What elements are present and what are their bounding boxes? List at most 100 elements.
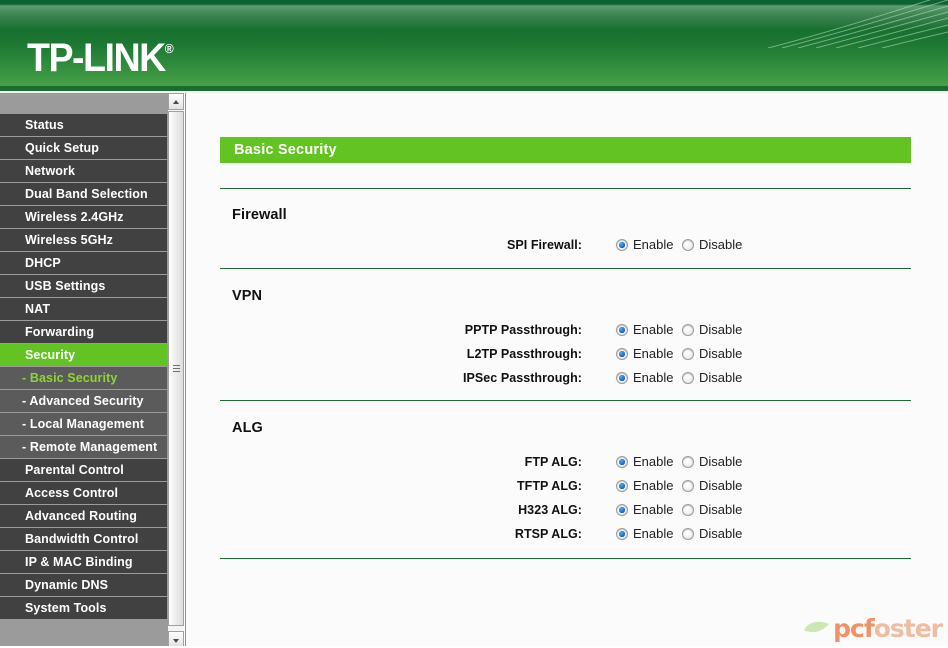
header-swoosh-decoration (767, 0, 948, 48)
radio-enable-icon[interactable] (616, 239, 628, 251)
page-header: TP-LINK® (0, 0, 948, 86)
radio-disable-icon[interactable] (682, 372, 694, 384)
radio-option-tftp-alg-disable[interactable]: Disable (682, 474, 742, 498)
radio-option-pptp-passthrough-disable[interactable]: Disable (682, 318, 742, 342)
radio-disable-icon[interactable] (682, 456, 694, 468)
radio-option-h323-alg-enable[interactable]: Enable (616, 498, 673, 522)
radio-label-disable: Disable (699, 502, 743, 517)
radio-option-rtsp-alg-enable[interactable]: Enable (616, 522, 673, 546)
sidebar-menu: Status Quick Setup Network Dual Band Select… (0, 114, 167, 620)
watermark: pcfoster (804, 613, 943, 643)
radio-option-ftp-alg-enable[interactable]: Enable (616, 450, 673, 474)
sidebar-item-bandwidth-control[interactable]: Bandwidth Control (0, 528, 167, 551)
sidebar-item-usb-settings[interactable]: USB Settings (0, 275, 167, 298)
radio-label-disable: Disable (699, 237, 743, 252)
sidebar-item-dual-band-selection[interactable]: Dual Band Selection (0, 183, 167, 206)
sidebar: Status Quick Setup Network Dual Band Select… (0, 93, 167, 648)
sidebar-item-quick-setup[interactable]: Quick Setup (0, 137, 167, 160)
radio-option-ftp-alg-disable[interactable]: Disable (682, 450, 742, 474)
field-row-ftp-alg: FTP ALG: Enable Disable (220, 450, 911, 474)
label-ipsec-passthrough: IPSec Passthrough: (463, 371, 582, 385)
radio-label-disable: Disable (699, 370, 743, 385)
section-title-vpn: VPN (232, 288, 263, 304)
sidebar-item-system-tools[interactable]: System Tools (0, 597, 167, 620)
section-title-firewall: Firewall (232, 207, 287, 223)
tplink-logo: TP-LINK® (27, 29, 174, 78)
radio-enable-icon[interactable] (616, 528, 628, 540)
radio-label-enable: Enable (633, 346, 674, 361)
scroll-up-button[interactable] (168, 93, 184, 110)
sidebar-item-advanced-routing[interactable]: Advanced Routing (0, 505, 167, 528)
radio-disable-icon[interactable] (682, 504, 694, 516)
sidebar-item-advanced-security[interactable]: - Advanced Security (0, 390, 167, 413)
field-row-spi-firewall: SPI Firewall: Enable Disable (220, 233, 911, 257)
sidebar-item-wireless-2-4ghz[interactable]: Wireless 2.4GHz (0, 206, 167, 229)
sidebar-item-security[interactable]: Security (0, 344, 167, 367)
chevron-up-icon (173, 100, 179, 104)
radio-disable-icon[interactable] (682, 480, 694, 492)
sidebar-item-forwarding[interactable]: Forwarding (0, 321, 167, 344)
sidebar-scrollbar[interactable] (167, 93, 184, 648)
radio-label-disable: Disable (699, 526, 743, 541)
radio-label-enable: Enable (633, 526, 674, 541)
radio-option-l2tp-passthrough-enable[interactable]: Enable (616, 342, 673, 366)
sidebar-item-ip-mac-binding[interactable]: IP & MAC Binding (0, 551, 167, 574)
section-title-alg: ALG (232, 420, 263, 436)
label-tftp-alg: TFTP ALG: (516, 479, 582, 493)
field-row-pptp-passthrough: PPTP Passthrough: Enable Disable (220, 318, 911, 342)
radio-option-ipsec-passthrough-disable[interactable]: Disable (682, 366, 742, 390)
sidebar-item-parental-control[interactable]: Parental Control (0, 459, 167, 482)
label-pptp-passthrough: PPTP Passthrough: (464, 323, 582, 337)
leaf-icon (804, 621, 830, 633)
sidebar-item-local-management[interactable]: - Local Management (0, 413, 167, 436)
label-rtsp-alg: RTSP ALG: (514, 527, 582, 541)
radio-label-disable: Disable (699, 478, 743, 493)
field-row-ipsec-passthrough: IPSec Passthrough: Enable Disable (220, 366, 911, 390)
sidebar-item-nat[interactable]: NAT (0, 298, 167, 321)
radio-option-spi-firewall-enable[interactable]: Enable (616, 233, 673, 257)
sidebar-item-basic-security[interactable]: - Basic Security (0, 367, 167, 390)
label-l2tp-passthrough: L2TP Passthrough: (466, 347, 582, 361)
section-divider (220, 268, 911, 269)
radio-enable-icon[interactable] (616, 456, 628, 468)
watermark-text: pcfoster (833, 616, 943, 641)
radio-option-l2tp-passthrough-disable[interactable]: Disable (682, 342, 742, 366)
radio-option-ipsec-passthrough-enable[interactable]: Enable (616, 366, 673, 390)
radio-option-rtsp-alg-disable[interactable]: Disable (682, 522, 742, 546)
sidebar-item-dynamic-dns[interactable]: Dynamic DNS (0, 574, 167, 597)
registered-trademark-icon: ® (164, 41, 174, 56)
radio-option-spi-firewall-disable[interactable]: Disable (682, 233, 742, 257)
scrollbar-track[interactable] (168, 110, 184, 631)
radio-disable-icon[interactable] (682, 348, 694, 360)
radio-label-disable: Disable (699, 454, 743, 469)
section-divider (220, 400, 911, 401)
field-row-tftp-alg: TFTP ALG: Enable Disable (220, 474, 911, 498)
radio-option-tftp-alg-enable[interactable]: Enable (616, 474, 673, 498)
radio-enable-icon[interactable] (616, 348, 628, 360)
label-spi-firewall: SPI Firewall: (507, 238, 582, 252)
radio-option-h323-alg-disable[interactable]: Disable (682, 498, 742, 522)
radio-enable-icon[interactable] (616, 372, 628, 384)
sidebar-item-dhcp[interactable]: DHCP (0, 252, 167, 275)
radio-label-enable: Enable (633, 237, 674, 252)
page-title: Basic Security (220, 137, 911, 163)
tplink-logo-text: TP-LINK (27, 36, 166, 80)
radio-enable-icon[interactable] (616, 480, 628, 492)
sidebar-item-network[interactable]: Network (0, 160, 167, 183)
field-row-rtsp-alg: RTSP ALG: Enable Disable (220, 522, 911, 546)
radio-label-enable: Enable (633, 454, 674, 469)
scrollbar-thumb[interactable] (168, 111, 184, 626)
radio-disable-icon[interactable] (682, 528, 694, 540)
radio-label-enable: Enable (633, 370, 674, 385)
sidebar-item-access-control[interactable]: Access Control (0, 482, 167, 505)
main-content: Basic Security Firewall SPI Firewall: Enab… (185, 93, 948, 648)
radio-label-enable: Enable (633, 322, 674, 337)
radio-enable-icon[interactable] (616, 324, 628, 336)
sidebar-item-status[interactable]: Status (0, 114, 167, 137)
radio-disable-icon[interactable] (682, 239, 694, 251)
radio-disable-icon[interactable] (682, 324, 694, 336)
sidebar-item-wireless-5ghz[interactable]: Wireless 5GHz (0, 229, 167, 252)
radio-option-pptp-passthrough-enable[interactable]: Enable (616, 318, 673, 342)
sidebar-item-remote-management[interactable]: - Remote Management (0, 436, 167, 459)
radio-enable-icon[interactable] (616, 504, 628, 516)
